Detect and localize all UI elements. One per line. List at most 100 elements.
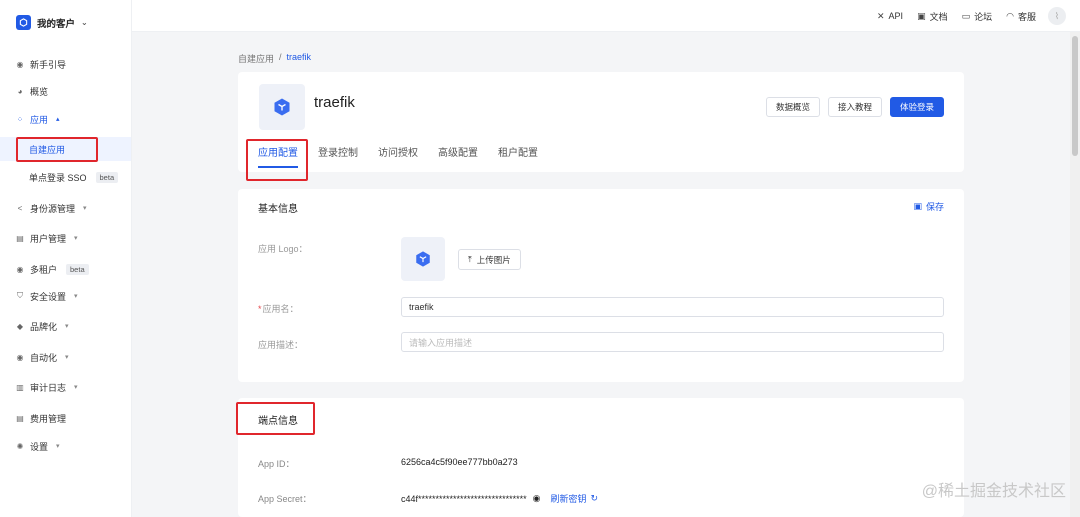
sidebar-item-users[interactable]: ▤ 用户管理 ▾ xyxy=(0,226,131,250)
cube-icon xyxy=(416,251,430,267)
tools-icon: ✕ xyxy=(877,10,885,21)
try-login-button[interactable]: 体验登录 xyxy=(889,97,944,117)
tab-tenant-config[interactable]: 租户配置 xyxy=(498,144,548,168)
header-actions: 数据概览 接入教程 体验登录 xyxy=(765,97,944,117)
beta-badge: beta xyxy=(66,263,89,275)
share-icon: < xyxy=(17,203,23,213)
docs-link-label: 文档 xyxy=(929,11,948,22)
tab-advanced-config[interactable]: 高级配置 xyxy=(438,144,488,168)
upload-image-button[interactable]: ⤒ 上传图片 xyxy=(458,249,521,270)
sidebar-item-identity-sources[interactable]: < 身份源管理 ▾ xyxy=(0,196,131,220)
org-switcher[interactable]: 我的客户 ⌄ xyxy=(16,15,88,30)
sidebar-item-audit-log[interactable]: ▥ 审计日志 ▾ xyxy=(0,375,131,399)
data-overview-button[interactable]: 数据概览 xyxy=(765,97,820,117)
chevron-down-icon: ▾ xyxy=(74,235,78,242)
app-secret-value: c44f******************************* xyxy=(401,493,527,504)
refresh-icon: ↻ xyxy=(590,493,599,503)
refresh-secret-button[interactable]: 刷新密钥 ↻ xyxy=(550,492,598,505)
chevron-down-icon: ▾ xyxy=(65,354,69,361)
chevron-down-icon: ▾ xyxy=(65,323,69,330)
sidebar-item-security[interactable]: ⛉ 安全设置 ▾ xyxy=(0,284,131,308)
tab-access-authorization[interactable]: 访问授权 xyxy=(378,144,428,168)
sidebar-item-label: 费用管理 xyxy=(30,413,67,424)
breadcrumb: 自建应用 / traefik xyxy=(238,52,311,65)
chevron-down-icon: ▾ xyxy=(56,443,60,450)
sidebar-item-label: 审计日志 xyxy=(30,382,67,393)
save-label: 保存 xyxy=(925,202,944,212)
avatar[interactable]: ⌇ xyxy=(1048,7,1066,25)
sidebar-item-label: 自动化 xyxy=(30,352,58,363)
gear-icon: ✺ xyxy=(16,441,24,451)
sidebar-item-label: 安全设置 xyxy=(30,291,67,302)
upload-icon: ⤒ xyxy=(468,254,472,264)
app-secret-row: c44f******************************* ◉ 刷新… xyxy=(401,492,598,505)
pie-icon: ◕ xyxy=(17,86,23,96)
book-icon: ▣ xyxy=(917,10,926,21)
sidebar-item-billing[interactable]: ▤ 费用管理 xyxy=(0,406,131,430)
sidebar-item-settings[interactable]: ✺ 设置 ▾ xyxy=(0,434,131,458)
sidebar-item-label: 单点登录 SSO xyxy=(29,172,87,183)
highlight-box-sidebar xyxy=(16,137,98,162)
sidebar-item-apps[interactable]: ⁘ 应用 ▴ xyxy=(0,107,131,131)
chat-icon: ▭ xyxy=(961,10,971,21)
api-link[interactable]: ✕ API xyxy=(877,11,903,22)
top-links: ✕ API ▣ 文档 ▭ 论坛 ◠ 客服 xyxy=(877,0,1036,32)
org-name: 我的客户 xyxy=(37,18,76,30)
sidebar-item-guide[interactable]: ◉ 新手引导 xyxy=(0,52,131,76)
app-logo-preview xyxy=(401,237,445,281)
chevron-down-icon: ▾ xyxy=(74,293,78,300)
logo-label: 应用 Logo： xyxy=(258,244,308,254)
save-button[interactable]: ▣ 保存 xyxy=(913,200,944,213)
org-logo-icon xyxy=(16,15,31,30)
sidebar-item-overview[interactable]: ◕ 概览 xyxy=(0,79,131,103)
support-link-label: 客服 xyxy=(1017,11,1036,22)
app-desc-label: 应用描述： xyxy=(258,340,304,350)
app-name-input[interactable]: traefik xyxy=(401,297,944,317)
shield-icon: ⛉ xyxy=(17,291,23,300)
sidebar-item-label: 身份源管理 xyxy=(30,203,76,214)
app-id-label: App ID： xyxy=(258,459,295,469)
sidebar-item-label: 应用 xyxy=(30,114,49,125)
support-link[interactable]: ◠ 客服 xyxy=(1006,10,1036,23)
cube-icon xyxy=(274,98,290,116)
sidebar-item-sso[interactable]: 单点登录 SSO beta xyxy=(0,165,131,189)
app-id-value: 6256ca4c5f90ee777bb0a273 xyxy=(401,457,518,467)
breadcrumb-current: traefik xyxy=(286,52,312,62)
tab-login-control[interactable]: 登录控制 xyxy=(318,144,368,168)
api-link-label: API xyxy=(888,11,904,21)
breadcrumb-separator: / xyxy=(279,52,282,62)
breadcrumb-parent[interactable]: 自建应用 xyxy=(238,52,274,65)
chevron-down-icon: ▾ xyxy=(83,205,87,212)
section-title: 基本信息 xyxy=(258,204,298,215)
sidebar-item-label: 概览 xyxy=(30,86,49,97)
tutorial-button[interactable]: 接入教程 xyxy=(827,97,882,117)
sidebar: 我的客户 ⌄ ◉ 新手引导 ◕ 概览 ⁘ 应用 ▴ 自建应用 单点登录 SSO … xyxy=(0,0,132,517)
app-desc-input[interactable]: 请输入应用描述 xyxy=(401,332,944,352)
app-name-label: *应用名： xyxy=(258,302,299,315)
brush-icon: ◆ xyxy=(16,321,24,331)
forum-link[interactable]: ▭ 论坛 xyxy=(962,10,993,23)
chevron-down-icon: ▾ xyxy=(74,384,78,391)
eye-icon[interactable]: ◉ xyxy=(533,493,541,504)
endpoint-info-card: 端点信息 App ID： 6256ca4c5f90ee777bb0a273 Ap… xyxy=(238,398,964,517)
sidebar-item-automation[interactable]: ◉ 自动化 ▾ xyxy=(0,345,131,369)
basic-info-card: 基本信息 ▣ 保存 应用 Logo： ⤒ 上传图片 *应用名： traefik … xyxy=(238,189,964,382)
required-mark: * xyxy=(258,304,262,314)
scrollbar[interactable] xyxy=(1070,32,1080,517)
app-name: traefik xyxy=(314,94,355,111)
forum-link-label: 论坛 xyxy=(974,11,993,22)
log-icon: ▥ xyxy=(16,382,24,392)
bill-icon: ▤ xyxy=(16,413,24,423)
refresh-secret-label: 刷新密钥 xyxy=(550,494,587,504)
tenant-icon: ◉ xyxy=(16,264,24,274)
app-name-label-text: 应用名： xyxy=(262,304,299,314)
sidebar-item-branding[interactable]: ◆ 品牌化 ▾ xyxy=(0,314,131,338)
docs-link[interactable]: ▣ 文档 xyxy=(917,10,948,23)
scrollbar-thumb[interactable] xyxy=(1072,36,1078,156)
robot-icon: ◉ xyxy=(16,352,24,362)
compass-icon: ◉ xyxy=(16,59,24,69)
app-secret-label: App Secret： xyxy=(258,494,312,504)
sidebar-item-tenants[interactable]: ◉ 多租户 beta xyxy=(0,257,131,281)
upload-label: 上传图片 xyxy=(476,254,511,265)
highlight-box-endpoint xyxy=(236,402,315,435)
